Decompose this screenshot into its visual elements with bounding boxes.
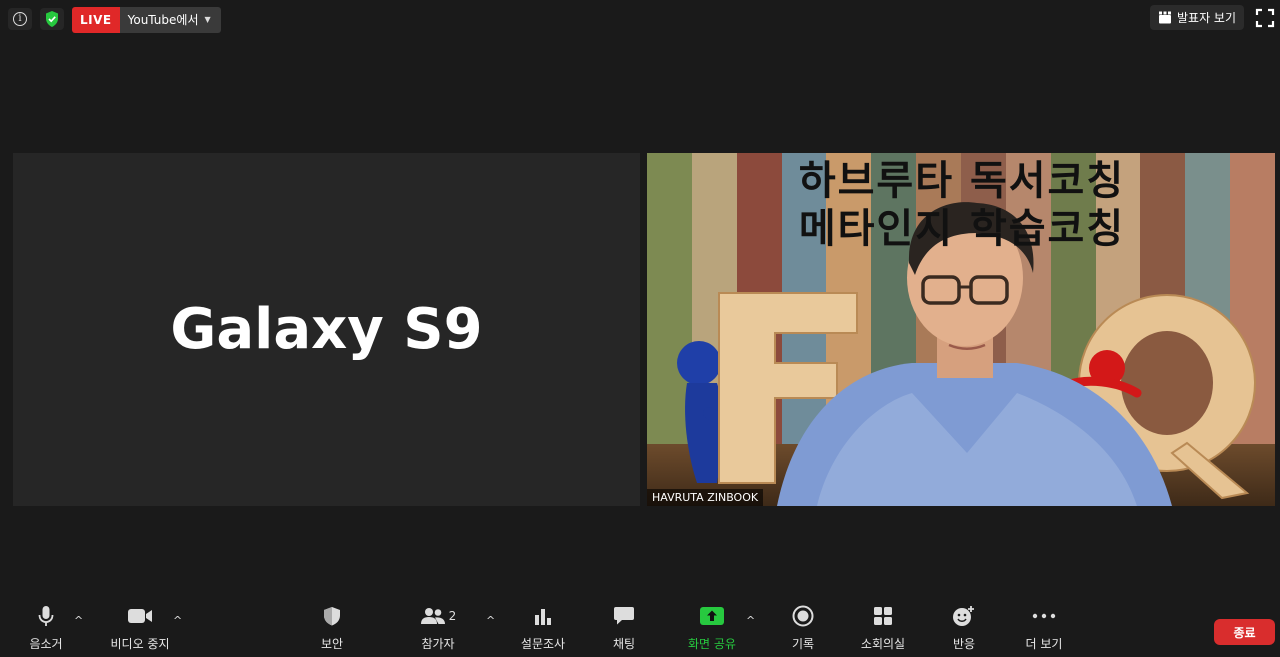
more-dots-icon bbox=[1032, 613, 1056, 619]
participant-name-tag: HAVRUTA ZINBOOK bbox=[647, 489, 764, 506]
meeting-toolbar: 음소거 비디오 중지 보안 2 참가자 설문조사 채팅 화면 공유 기록 소회의… bbox=[0, 600, 1280, 657]
more-label: 더 보기 bbox=[1025, 637, 1063, 651]
chat-label: 채팅 bbox=[612, 637, 636, 651]
polls-button[interactable]: 설문조사 bbox=[517, 600, 569, 657]
security-label: 보안 bbox=[320, 637, 344, 651]
video-camera-icon bbox=[128, 609, 152, 623]
record-icon bbox=[792, 605, 814, 627]
bar-chart-icon bbox=[535, 609, 551, 625]
record-label: 기록 bbox=[791, 637, 815, 651]
live-badge: LIVE bbox=[72, 7, 120, 33]
clapper-icon bbox=[1159, 11, 1171, 24]
share-screen-button[interactable]: 화면 공유 bbox=[684, 600, 740, 657]
mute-options-chevron-up-icon[interactable]: ^ bbox=[74, 614, 83, 627]
participant-display-name: Galaxy S9 bbox=[170, 297, 483, 362]
stream-target-dropdown[interactable]: YouTube에서 ▼ bbox=[119, 7, 221, 33]
participant-tile-havruta[interactable]: 하브루타 독서코칭 메타인지 학습코칭 HAVRUTA ZINBOOK bbox=[647, 153, 1275, 506]
speaker-view-label: 발표자 보기 bbox=[1177, 11, 1237, 25]
participants-label: 참가자 bbox=[421, 637, 455, 651]
shield-icon bbox=[324, 607, 340, 626]
caret-down-icon: ▼ bbox=[204, 15, 211, 24]
stop-video-label: 비디오 중지 bbox=[110, 637, 170, 651]
microphone-icon bbox=[38, 606, 54, 626]
mute-button[interactable]: 음소거 bbox=[24, 600, 68, 657]
shield-check-icon bbox=[46, 11, 58, 27]
meeting-info-button[interactable]: i bbox=[8, 8, 32, 30]
live-stream-control[interactable]: LIVE YouTube에서 ▼ bbox=[72, 7, 221, 33]
overlay-title-line-1: 하브루타 독서코칭 bbox=[798, 158, 1126, 204]
video-overlay-title: 하브루타 독서코칭 메타인지 학습코칭 bbox=[727, 157, 1197, 253]
stop-video-button[interactable]: 비디오 중지 bbox=[106, 600, 174, 657]
top-bar: i LIVE YouTube에서 ▼ 발표자 보기 bbox=[0, 0, 1280, 40]
share-screen-icon bbox=[700, 607, 724, 625]
encryption-status-button[interactable] bbox=[40, 8, 64, 30]
participants-button[interactable]: 2 참가자 bbox=[414, 600, 462, 657]
grid-icon bbox=[874, 607, 892, 625]
participants-count: 2 bbox=[448, 609, 457, 623]
chat-bubble-icon bbox=[614, 607, 634, 625]
info-icon: i bbox=[13, 12, 27, 26]
participants-options-chevron-up-icon[interactable]: ^ bbox=[486, 614, 495, 627]
emoji-add-icon bbox=[953, 606, 974, 626]
reactions-button[interactable]: 반응 bbox=[949, 600, 979, 657]
share-options-chevron-up-icon[interactable]: ^ bbox=[746, 614, 755, 627]
end-meeting-button[interactable]: 종료 bbox=[1214, 619, 1275, 645]
record-button[interactable]: 기록 bbox=[789, 600, 817, 657]
security-button[interactable]: 보안 bbox=[316, 600, 348, 657]
share-screen-label: 화면 공유 bbox=[688, 637, 736, 651]
reactions-label: 반응 bbox=[952, 637, 976, 651]
speaker-view-button[interactable]: 발표자 보기 bbox=[1150, 5, 1245, 30]
overlay-title-line-2: 메타인지 학습코칭 bbox=[798, 206, 1126, 252]
fullscreen-icon[interactable] bbox=[1255, 8, 1275, 28]
participants-icon bbox=[420, 608, 445, 624]
video-options-chevron-up-icon[interactable]: ^ bbox=[173, 614, 182, 627]
mute-label: 음소거 bbox=[29, 637, 63, 651]
polls-label: 설문조사 bbox=[520, 637, 566, 651]
chat-button[interactable]: 채팅 bbox=[608, 600, 640, 657]
breakout-rooms-label: 소회의실 bbox=[860, 637, 906, 651]
stream-target-label: YouTube에서 bbox=[127, 13, 199, 27]
more-button[interactable]: 더 보기 bbox=[1021, 600, 1067, 657]
breakout-rooms-button[interactable]: 소회의실 bbox=[856, 600, 910, 657]
participant-tile-galaxy[interactable]: Galaxy S9 bbox=[13, 153, 640, 506]
